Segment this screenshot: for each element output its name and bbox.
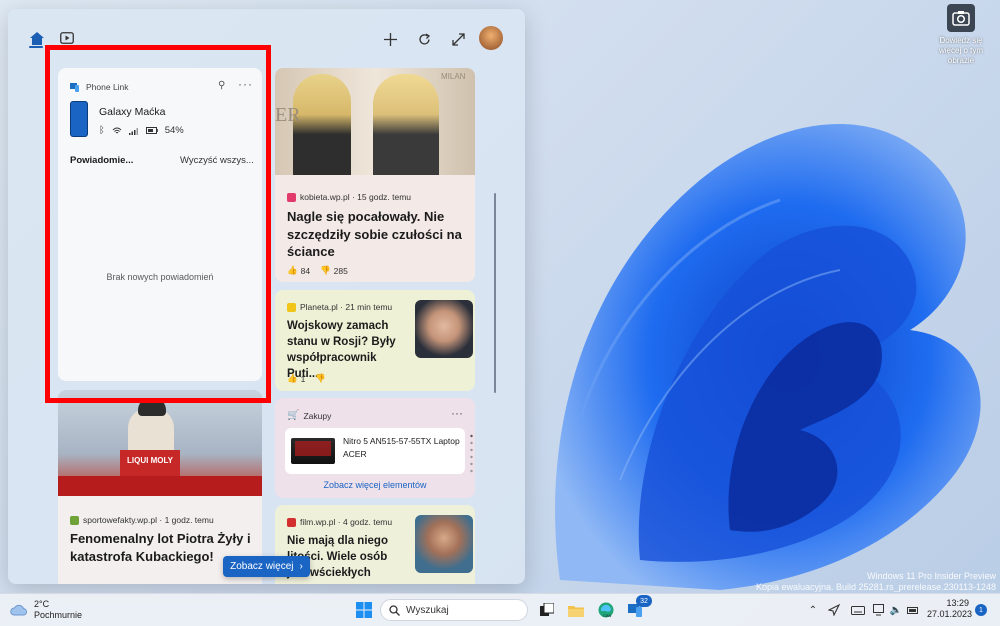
- news-thumbnail-2: [415, 300, 473, 358]
- watermark-line-2: Kopia ewaluacyjna. Build 25281.rs_prerel…: [755, 582, 996, 592]
- chevron-right-icon: ›: [299, 561, 303, 572]
- clock[interactable]: 13:29 27.01.2023: [927, 598, 973, 620]
- learn-about-picture-shortcut[interactable]: Dowiedz się więcej o tym obrazie: [928, 4, 994, 66]
- weather-text: 2°C Pochmurnie: [34, 599, 82, 621]
- play-icon: [60, 32, 74, 44]
- expand-button[interactable]: [446, 27, 470, 51]
- cloud-icon: [10, 604, 28, 616]
- show-hidden-icons[interactable]: ⌃: [806, 599, 820, 621]
- shopping-widget: 🛒 Zakupy ··· Nitro 5 AN515-57-55TX Lapto…: [275, 398, 475, 498]
- product-item[interactable]: Nitro 5 AN515-57-55TX Laptop ACER: [285, 428, 465, 474]
- shopping-see-more-link[interactable]: Zobacz więcej elementów: [275, 480, 475, 490]
- news-card-sport[interactable]: LIQUI MOLY sportowefakty.wp.pl · 1 godz.…: [58, 390, 262, 584]
- camera-icon: [947, 4, 975, 32]
- news-source-3: sportowefakty.wp.pl · 1 godz. temu: [70, 515, 214, 525]
- dislike-button[interactable]: 👎: [315, 373, 326, 384]
- user-avatar[interactable]: [479, 26, 503, 50]
- news-source-4: film.wp.pl · 4 godz. temu: [287, 517, 392, 527]
- svg-text:CAN: CAN: [603, 613, 612, 618]
- source-text: Planeta.pl · 21 min temu: [300, 302, 393, 312]
- source-text: film.wp.pl · 4 godz. temu: [300, 517, 393, 527]
- location-icon[interactable]: [826, 599, 842, 621]
- carousel-dots[interactable]: [470, 434, 473, 474]
- plus-icon: [383, 32, 397, 46]
- weather-desc: Pochmurnie: [34, 610, 83, 620]
- kobieta-photo: ER MILAN: [275, 68, 475, 175]
- file-explorer-button[interactable]: [566, 599, 586, 621]
- refresh-icon: [418, 32, 430, 44]
- see-more-button[interactable]: Zobacz więcej ›: [223, 556, 310, 577]
- task-view-icon: [540, 603, 554, 616]
- news-card-kobieta[interactable]: ER MILAN kobieta.wp.pl · 15 godz. temu N…: [275, 68, 475, 282]
- news-reactions-1: 👍 84 👎 285: [287, 265, 348, 276]
- notification-center-badge[interactable]: 1: [975, 604, 987, 616]
- source-text: sportowefakty.wp.pl · 1 godz. temu: [83, 515, 214, 525]
- clock-time: 13:29: [946, 598, 969, 608]
- news-source-2: Planeta.pl · 21 min temu: [287, 302, 392, 312]
- clock-date: 27.01.2023: [927, 609, 973, 619]
- build-watermark: Windows 11 Pro Insider Preview Kopia ewa…: [756, 571, 996, 593]
- highlight-frame: [45, 45, 271, 403]
- like-button[interactable]: 👍 84: [287, 265, 310, 276]
- search-icon: [389, 604, 400, 616]
- network-icon[interactable]: [872, 599, 888, 621]
- news-headline-1[interactable]: Nagle się pocałowały. Nie szczędziły sob…: [287, 208, 467, 261]
- source-favicon: [287, 302, 296, 312]
- dislike-button[interactable]: 👎 285: [320, 265, 348, 276]
- shopping-header: 🛒 Zakupy: [287, 410, 331, 421]
- backdrop-brand: MILAN: [441, 72, 466, 81]
- news-reactions-2: 👍 1 👎: [287, 373, 326, 384]
- task-view-button[interactable]: [538, 599, 556, 621]
- taskbar: 2°C Pochmurnie Wyszukaj CAN 32 ⌃ 🔈 13:29…: [0, 593, 1000, 626]
- home-tab-indicator: [29, 46, 43, 48]
- source-favicon: [287, 192, 296, 202]
- wallpaper-bloom: [520, 60, 1000, 600]
- refresh-button[interactable]: [412, 27, 436, 51]
- ad-banner: [58, 476, 262, 496]
- person-right: [373, 74, 439, 175]
- keyboard-icon[interactable]: [850, 599, 866, 621]
- laptop-image: [291, 438, 335, 464]
- windows-icon: [356, 602, 372, 618]
- source-favicon: [287, 517, 296, 527]
- notification-badge: 32: [636, 595, 652, 607]
- add-widget-button[interactable]: [378, 27, 402, 51]
- sport-photo: LIQUI MOLY: [58, 390, 262, 496]
- phone-link-taskbar-button[interactable]: 32: [625, 595, 652, 621]
- news-thumbnail-4: [415, 515, 473, 573]
- taskbar-search[interactable]: Wyszukaj: [380, 599, 528, 621]
- desktop-icon-label: Dowiedz się więcej o tym obrazie: [938, 36, 983, 65]
- start-button[interactable]: [353, 599, 375, 621]
- laptop-screen: [295, 441, 331, 456]
- cart-icon: 🛒: [287, 410, 300, 421]
- edge-button[interactable]: CAN: [596, 599, 616, 621]
- watermark-line-1: Windows 11 Pro Insider Preview: [867, 571, 996, 581]
- search-placeholder: Wyszukaj: [406, 604, 449, 616]
- product-name: Nitro 5 AN515-57-55TX Laptop ACER: [343, 436, 460, 459]
- volume-icon[interactable]: 🔈: [889, 599, 903, 621]
- more-options-icon[interactable]: ···: [451, 406, 463, 420]
- sponsor-text: LIQUI MOLY: [127, 456, 173, 465]
- person-left: [293, 74, 351, 175]
- source-text: kobieta.wp.pl · 15 godz. temu: [300, 192, 412, 202]
- edge-icon: CAN: [598, 602, 614, 618]
- shopping-title: Zakupy: [303, 410, 332, 421]
- folder-icon: [568, 605, 584, 617]
- backdrop-letters: ER: [275, 104, 301, 126]
- battery-tray-icon[interactable]: [906, 599, 920, 621]
- news-card-planeta[interactable]: Planeta.pl · 21 min temu Wojskowy zamach…: [275, 290, 475, 391]
- weather-widget[interactable]: 2°C Pochmurnie: [10, 599, 82, 621]
- source-favicon: [70, 515, 79, 525]
- home-icon: [30, 31, 44, 45]
- news-source-1: kobieta.wp.pl · 15 godz. temu: [287, 192, 411, 202]
- weather-temp: 2°C: [34, 599, 50, 609]
- see-more-label: Zobacz więcej: [230, 561, 294, 572]
- expand-icon: [451, 32, 465, 46]
- panel-scrollbar[interactable]: [494, 193, 496, 393]
- like-button[interactable]: 👍 1: [287, 373, 305, 384]
